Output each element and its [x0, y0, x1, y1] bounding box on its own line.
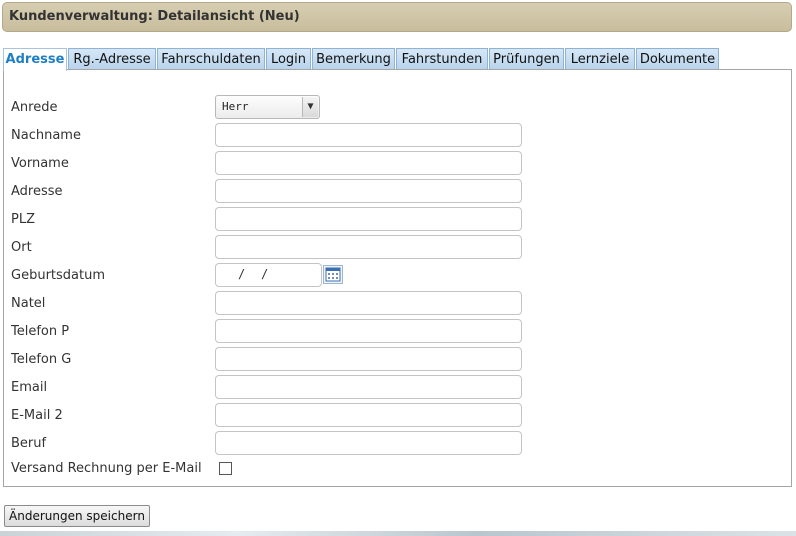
vorname-label: Vorname: [11, 156, 69, 171]
beruf-label: Beruf: [11, 436, 47, 451]
geburtsdatum-field[interactable]: / /: [215, 263, 322, 287]
ort-field[interactable]: [215, 235, 522, 259]
calendar-icon: [325, 267, 341, 282]
tab-login[interactable]: Login: [266, 48, 311, 70]
telefon-p-field[interactable]: [215, 319, 522, 343]
geburtsdatum-label: Geburtsdatum: [11, 268, 105, 283]
calendar-button[interactable]: [323, 265, 343, 284]
save-button[interactable]: Änderungen speichern: [4, 505, 150, 527]
tab-fahrschuldaten[interactable]: Fahrschuldaten: [157, 48, 265, 70]
date-separator: /: [261, 267, 269, 281]
beruf-field[interactable]: [215, 431, 522, 455]
chevron-down-icon: ▼: [302, 97, 318, 117]
adresse-label: Adresse: [11, 184, 63, 199]
tab-dokumente[interactable]: Dokumente: [636, 48, 719, 70]
natel-label: Natel: [11, 296, 46, 311]
page-title: Kundenverwaltung: Detailansicht (Neu): [2, 2, 792, 32]
email-field[interactable]: [215, 375, 522, 399]
email-label: Email: [11, 380, 48, 395]
adresse-field[interactable]: [215, 179, 522, 203]
anrede-label: Anrede: [11, 100, 58, 115]
telefon-g-field[interactable]: [215, 347, 522, 371]
tab-pruefungen[interactable]: Prüfungen: [489, 48, 564, 70]
telefon-p-label: Telefon P: [11, 324, 70, 339]
tab-adresse[interactable]: Adresse: [3, 48, 67, 71]
plz-field[interactable]: [215, 207, 522, 231]
nachname-field[interactable]: [215, 123, 522, 147]
anrede-select[interactable]: Herr ▼: [215, 95, 320, 119]
tab-rg-adresse[interactable]: Rg.-Adresse: [68, 48, 156, 70]
versand-checkbox[interactable]: [219, 462, 232, 475]
plz-label: PLZ: [11, 212, 35, 227]
versand-label: Versand Rechnung per E-Mail: [11, 461, 202, 476]
tab-fahrstunden[interactable]: Fahrstunden: [396, 48, 488, 70]
email2-field[interactable]: [215, 403, 522, 427]
natel-field[interactable]: [215, 291, 522, 315]
vorname-field[interactable]: [215, 151, 522, 175]
email2-label: E-Mail 2: [11, 408, 63, 423]
background-strip: [0, 531, 796, 536]
tab-lernziele[interactable]: Lernziele: [565, 48, 635, 70]
telefon-g-label: Telefon G: [11, 352, 72, 367]
anrede-value: Herr: [222, 100, 249, 113]
ort-label: Ort: [11, 240, 32, 255]
tab-bemerkung[interactable]: Bemerkung: [312, 48, 395, 70]
date-separator: /: [238, 267, 246, 281]
nachname-label: Nachname: [11, 128, 81, 143]
